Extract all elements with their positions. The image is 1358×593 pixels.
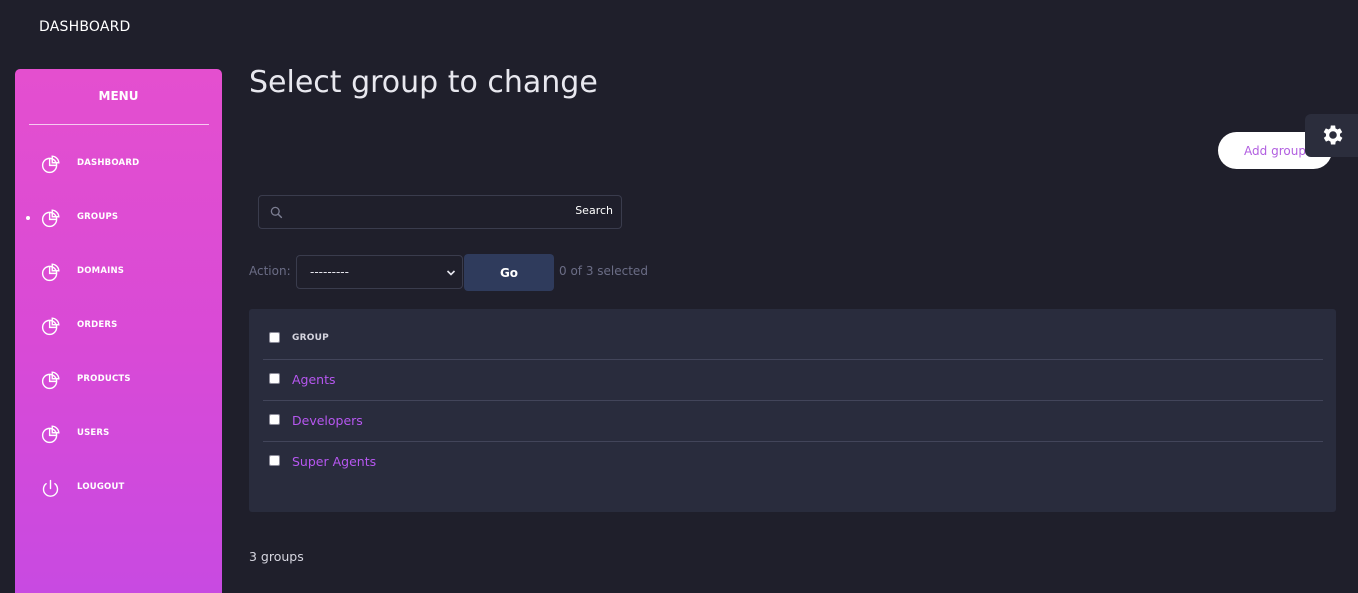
sidebar-item-label: PRODUCTS: [77, 374, 131, 384]
table-row: Developers: [263, 401, 1323, 442]
pie-chart-icon: [41, 317, 60, 336]
action-label: Action:: [249, 264, 291, 278]
search-input[interactable]: [291, 197, 559, 227]
gear-icon: [1323, 125, 1343, 145]
pie-chart-icon: [41, 371, 60, 390]
power-icon: [42, 479, 59, 497]
go-button[interactable]: Go: [464, 254, 554, 291]
sidebar-item-label: USERS: [77, 428, 110, 438]
sidebar-heading: MENU: [98, 89, 139, 103]
result-count: 3 groups: [249, 549, 304, 564]
search-icon: [270, 206, 283, 219]
sidebar-item-users[interactable]: USERS: [15, 416, 222, 452]
pie-chart-icon: [41, 425, 60, 444]
select-all-checkbox[interactable]: [269, 332, 280, 343]
row-checkbox[interactable]: [269, 373, 280, 384]
group-link[interactable]: Developers: [292, 413, 363, 428]
pie-chart-icon: [41, 263, 60, 282]
action-select-value: ---------: [310, 265, 349, 279]
active-indicator: [26, 216, 30, 220]
sidebar-item-groups[interactable]: GROUPS: [15, 200, 222, 236]
column-header-group[interactable]: GROUP: [292, 333, 329, 343]
settings-toggle[interactable]: [1305, 114, 1358, 157]
sidebar-item-domains[interactable]: DOMAINS: [15, 254, 222, 290]
sidebar: MENU DASHBOARD GROUPS DOMAINS ORDERS PRO…: [15, 69, 222, 593]
sidebar-item-label: DASHBOARD: [77, 158, 140, 168]
sidebar-item-dashboard[interactable]: DASHBOARD: [15, 146, 222, 182]
results-table: GROUP Agents Developers Super Agents: [249, 309, 1336, 512]
sidebar-item-products[interactable]: PRODUCTS: [15, 362, 222, 398]
page-title: Select group to change: [249, 65, 598, 100]
sidebar-item-label: LOUGOUT: [77, 482, 125, 492]
row-checkbox[interactable]: [269, 414, 280, 425]
sidebar-item-label: DOMAINS: [77, 266, 125, 276]
group-link[interactable]: Agents: [292, 372, 336, 387]
search-bar: Search: [258, 195, 622, 229]
search-button[interactable]: Search: [575, 204, 613, 217]
pie-chart-icon: [41, 155, 60, 174]
selection-count: 0 of 3 selected: [559, 264, 648, 278]
sidebar-item-orders[interactable]: ORDERS: [15, 308, 222, 344]
pie-chart-icon: [41, 209, 60, 228]
table-header: GROUP: [263, 319, 1323, 360]
sidebar-item-label: ORDERS: [77, 320, 118, 330]
sidebar-item-logout[interactable]: LOUGOUT: [15, 470, 222, 506]
action-select[interactable]: ---------: [296, 255, 463, 289]
table-row: Super Agents: [263, 442, 1323, 483]
sidebar-item-label: GROUPS: [77, 212, 119, 222]
table-row: Agents: [263, 360, 1323, 401]
group-link[interactable]: Super Agents: [292, 454, 376, 469]
topbar-title[interactable]: DASHBOARD: [39, 19, 131, 35]
sidebar-divider: [29, 124, 209, 125]
row-checkbox[interactable]: [269, 455, 280, 466]
chevron-down-icon: [446, 270, 456, 276]
